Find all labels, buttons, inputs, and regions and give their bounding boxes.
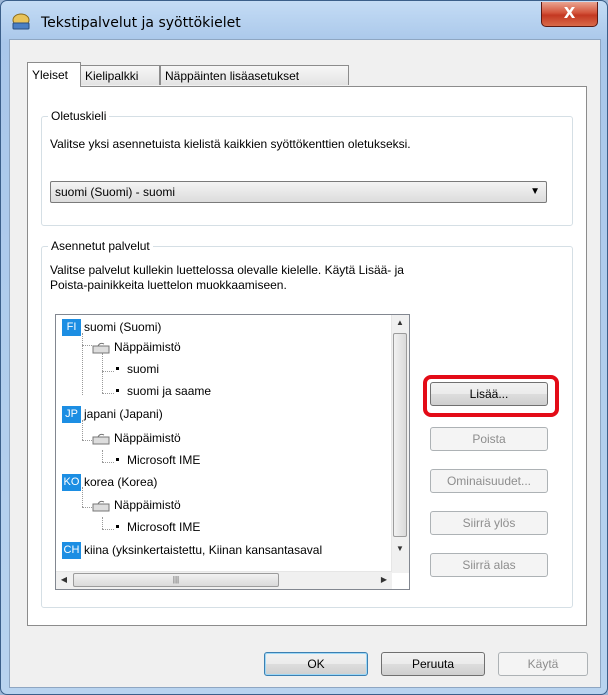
installed-services-group: Asennetut palvelut Valitse palvelut kull… <box>41 239 573 608</box>
default-language-description: Valitse yksi asennetuista kielistä kaikk… <box>50 137 411 151</box>
lang-label-ch: kiina (yksinkertaistettu, Kiinan kansant… <box>84 543 323 557</box>
tab-language-bar[interactable]: Kielipalkki <box>80 65 160 85</box>
ok-button[interactable]: OK <box>264 652 368 676</box>
tree-item-ko-ime[interactable]: Microsoft IME <box>116 517 200 537</box>
lang-badge-ko: KO <box>62 474 81 492</box>
tree-item-korean[interactable]: KO korea (Korea) <box>62 472 157 492</box>
tree-vertical-scrollbar[interactable]: ▲ ▼ <box>391 315 409 573</box>
lang-label-fi: suomi (Suomi) <box>84 320 162 334</box>
tree-item-japanese[interactable]: JP japani (Japani) <box>62 404 163 424</box>
scroll-left-icon[interactable]: ◀ <box>56 575 72 584</box>
lang-label-jp: japani (Japani) <box>84 407 163 421</box>
default-language-select[interactable]: suomi (Suomi) - suomi ▼ <box>50 181 547 203</box>
vertical-scroll-thumb[interactable] <box>393 333 407 537</box>
properties-button[interactable]: Ominaisuudet... <box>430 469 548 493</box>
lang-badge-jp: JP <box>62 406 81 424</box>
tree-item-ko-keyboard[interactable]: Näppäimistö <box>92 495 181 515</box>
tab-panel-general: Oletuskieli Valitse yksi asennetuista ki… <box>27 86 587 626</box>
close-button[interactable]: X <box>541 2 598 27</box>
window-title: Tekstipalvelut ja syöttökielet <box>41 15 241 31</box>
scroll-down-icon[interactable]: ▼ <box>392 544 408 553</box>
tab-advanced-key-settings[interactable]: Näppäinten lisäasetukset <box>160 65 349 85</box>
category-label: Näppäimistö <box>114 340 181 354</box>
tree-item-jp-ime[interactable]: Microsoft IME <box>116 450 200 470</box>
tree-item-jp-keyboard[interactable]: Näppäimistö <box>92 428 181 448</box>
keyboard-icon <box>92 342 110 354</box>
tree-item-fi-keyboard[interactable]: Näppäimistö <box>92 337 181 357</box>
tree-item-chinese[interactable]: CH kiina (yksinkertaistettu, Kiinan kansa… <box>62 540 322 560</box>
keyboard-icon <box>92 433 110 445</box>
installed-services-description-2: Poista-painikkeita luettelon muokkaamise… <box>50 278 287 292</box>
lang-label-ko: korea (Korea) <box>84 475 158 489</box>
scroll-up-icon[interactable]: ▲ <box>392 318 408 327</box>
tab-general[interactable]: Yleiset <box>27 62 81 87</box>
default-language-group: Oletuskieli Valitse yksi asennetuista ki… <box>41 109 573 226</box>
scroll-right-icon[interactable]: ▶ <box>376 575 392 584</box>
tree-item-fi-suomi[interactable]: suomi <box>116 359 159 379</box>
horizontal-scroll-thumb[interactable]: ||| <box>73 573 279 587</box>
move-down-button[interactable]: Siirrä alas <box>430 553 548 577</box>
installed-services-label: Asennetut palvelut <box>48 239 153 253</box>
tree-horizontal-scrollbar[interactable]: ◀ ||| ▶ <box>56 571 392 589</box>
default-language-label: Oletuskieli <box>48 109 110 123</box>
tree-item-fi-suomi-saame[interactable]: suomi ja saame <box>116 381 211 401</box>
installed-services-description-1: Valitse palvelut kullekin luettelossa ol… <box>50 263 404 277</box>
cancel-button[interactable]: Peruuta <box>381 652 485 676</box>
move-up-button[interactable]: Siirrä ylös <box>430 511 548 535</box>
lang-badge-ch: CH <box>62 542 81 560</box>
default-language-value: suomi (Suomi) - suomi <box>55 185 176 199</box>
dialog-client-area: Yleiset Kielipalkki Näppäinten lisäasetu… <box>9 39 601 688</box>
keyboard-icon <box>92 500 110 512</box>
dialog-window: Tekstipalvelut ja syöttökielet X Yleiset… <box>0 0 608 695</box>
lang-badge-fi: FI <box>62 319 81 337</box>
keyboard-globe-icon <box>12 13 30 30</box>
tree-item-finnish[interactable]: FI suomi (Suomi) <box>62 317 161 337</box>
add-button[interactable]: Lisää... <box>430 382 548 406</box>
remove-button[interactable]: Poista <box>430 427 548 451</box>
services-tree[interactable]: FI suomi (Suomi) Näppäimistö suomi suomi … <box>55 314 410 590</box>
title-bar[interactable]: Tekstipalvelut ja syöttökielet X <box>1 1 607 39</box>
apply-button[interactable]: Käytä <box>498 652 588 676</box>
dropdown-arrow-icon: ▼ <box>530 186 540 197</box>
